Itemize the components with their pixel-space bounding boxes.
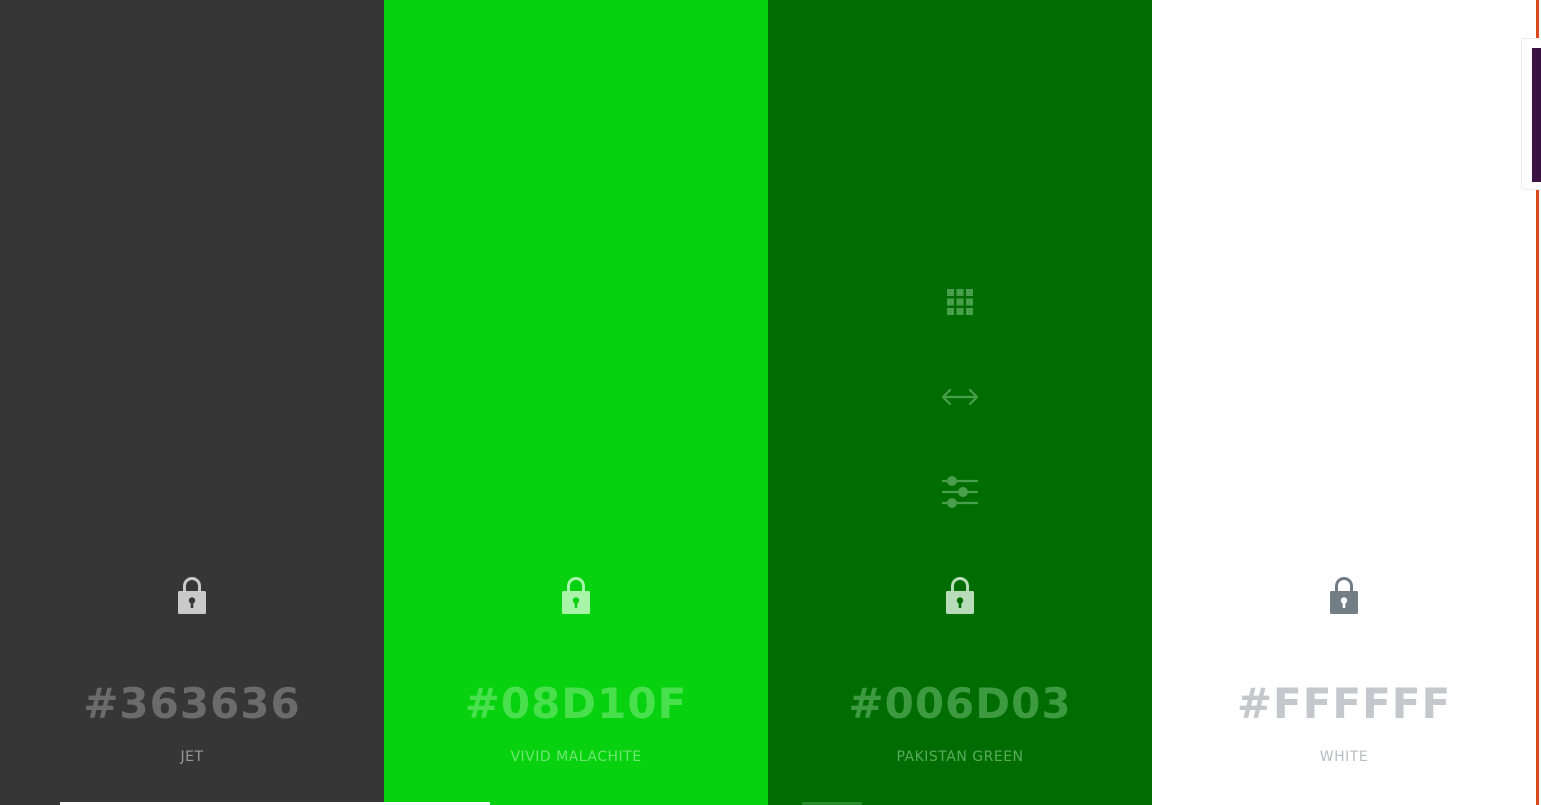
hex-code[interactable]: #08D10F	[384, 678, 768, 730]
color-name[interactable]: WHITE	[1152, 748, 1536, 766]
lock-button[interactable]	[556, 573, 596, 617]
side-panel-tab-fill	[1532, 48, 1541, 182]
lock-icon	[562, 577, 590, 614]
color-palette: #363636 JET #08D10F VIVID MALACHITE #006…	[0, 0, 1536, 805]
view-shades-button[interactable]	[938, 282, 982, 322]
adjust-button[interactable]	[938, 472, 982, 512]
color-name[interactable]: VIVID MALACHITE	[384, 748, 768, 766]
swatch-jet[interactable]: #363636 JET	[0, 0, 384, 805]
drag-button[interactable]	[938, 377, 982, 417]
swatch-white[interactable]: #FFFFFF WHITE	[1152, 0, 1536, 805]
hex-code[interactable]: #363636	[0, 678, 384, 730]
lock-icon	[178, 577, 206, 614]
lock-button[interactable]	[940, 573, 980, 617]
color-name[interactable]: JET	[0, 748, 384, 766]
lock-button[interactable]	[1324, 573, 1364, 617]
lock-button[interactable]	[172, 573, 212, 617]
grid-icon	[947, 289, 973, 315]
color-name[interactable]: PAKISTAN GREEN	[768, 748, 1152, 766]
swatch-pakistan-green[interactable]: #006D03 PAKISTAN GREEN	[768, 0, 1152, 805]
swatch-tools	[938, 282, 982, 512]
sliders-icon	[941, 476, 979, 508]
lock-icon	[946, 577, 974, 614]
swatch-vivid-malachite[interactable]: #08D10F VIVID MALACHITE	[384, 0, 768, 805]
hex-code[interactable]: #006D03	[768, 678, 1152, 730]
horizontal-arrows-icon	[941, 388, 979, 406]
side-panel-tab[interactable]	[1521, 38, 1541, 190]
hex-code[interactable]: #FFFFFF	[1152, 678, 1536, 730]
lock-icon	[1330, 577, 1358, 614]
